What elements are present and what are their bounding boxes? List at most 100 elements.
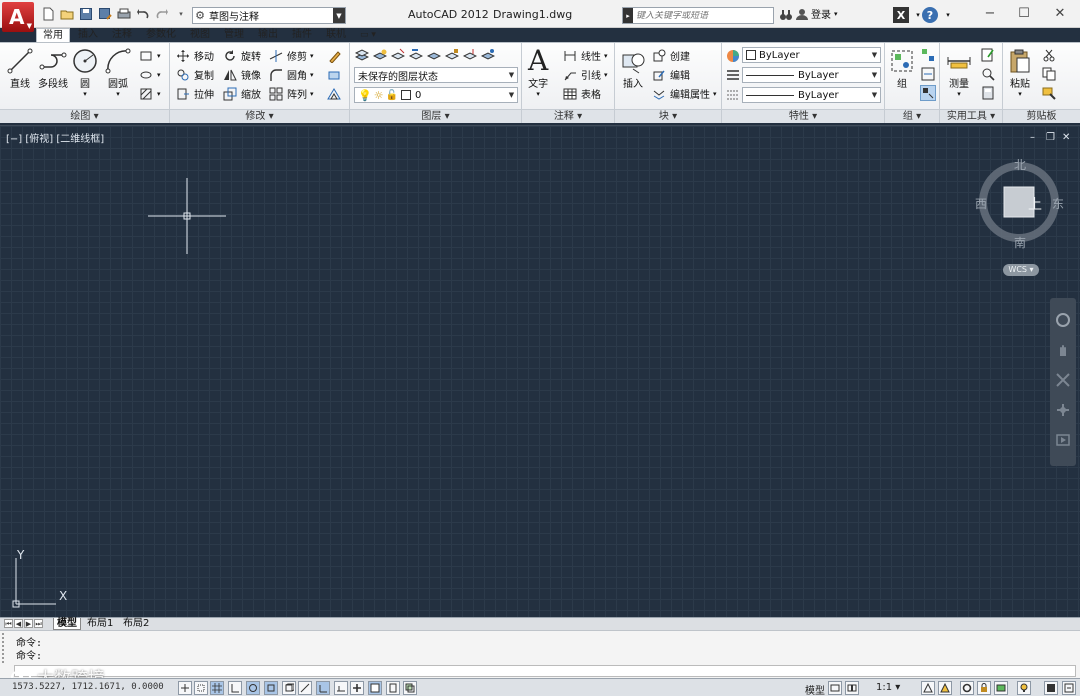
table-button[interactable]: 表格 <box>562 85 601 102</box>
dynamic-ucs-toggle[interactable] <box>316 681 330 695</box>
layout-tab-layout1[interactable]: 布局1 <box>84 618 116 630</box>
text-button[interactable]: A 文字 ▾ <box>528 47 548 99</box>
explode-button[interactable] <box>326 66 342 83</box>
line-tool-button[interactable]: 直线 <box>6 47 34 90</box>
model-space-label[interactable]: 模型 <box>805 682 825 696</box>
fillet-button[interactable]: 圆角 ▾ <box>268 66 314 83</box>
layer-walk-icon[interactable] <box>480 47 496 63</box>
select-similar-icon[interactable] <box>980 66 996 82</box>
draw-panel-title[interactable]: 绘图 ▾ <box>0 109 169 123</box>
group-edit-icon[interactable] <box>920 66 936 82</box>
lock-ui-icon[interactable] <box>977 681 991 695</box>
tab-parametric[interactable]: 参数化 <box>140 28 182 42</box>
array-button[interactable]: 阵列 ▾ <box>268 85 314 102</box>
linear-dimension-button[interactable]: 线性 ▾ <box>562 47 608 64</box>
stretch-button[interactable]: 拉伸 <box>175 85 214 102</box>
viewport-controls-label[interactable]: [−] [俯视] [二维线框] <box>6 130 104 145</box>
tab-plugins[interactable]: 插件 <box>286 28 318 42</box>
viewport-restore-button[interactable]: ❐ <box>1046 132 1055 143</box>
dynamic-input-toggle[interactable] <box>334 681 348 695</box>
offset-button[interactable] <box>326 85 342 102</box>
ortho-mode-toggle[interactable] <box>228 681 242 695</box>
rotate-button[interactable]: 旋转 <box>222 47 261 64</box>
linetype-icon[interactable] <box>725 67 741 83</box>
steering-wheel-icon[interactable] <box>1055 312 1071 328</box>
circle-tool-button[interactable]: 圆 ▾ <box>71 47 99 98</box>
polyline-tool-button[interactable]: 多段线 <box>38 47 68 90</box>
properties-panel-title[interactable]: 特性 ▾ <box>722 109 884 123</box>
arc-tool-button[interactable]: 圆弧 ▾ <box>104 47 132 98</box>
layer-isolate-icon[interactable] <box>390 47 406 63</box>
application-menu-button[interactable]: A ▼ <box>2 2 34 32</box>
print-icon[interactable] <box>116 6 132 22</box>
compass-east[interactable]: 东 <box>1052 195 1064 212</box>
binoculars-icon[interactable] <box>778 7 794 23</box>
quick-properties-toggle[interactable] <box>386 681 400 695</box>
hardware-acceleration-icon[interactable] <box>994 681 1008 695</box>
minimize-button[interactable]: − <box>980 5 1000 21</box>
close-button[interactable]: ✕ <box>1050 5 1070 21</box>
application-status-bar-menu-icon[interactable] <box>1062 681 1076 695</box>
layout-tab-layout2[interactable]: 布局2 <box>120 618 152 630</box>
expand-arrow-icon[interactable]: ▸ <box>623 8 633 23</box>
annotation-panel-title[interactable]: 注释 ▾ <box>522 109 614 123</box>
transparency-toggle[interactable] <box>368 681 382 695</box>
grid-display-toggle[interactable] <box>210 681 224 695</box>
lineweight-select[interactable]: ByLayer ▼ <box>742 87 881 103</box>
ribbon-minimize-toggle[interactable]: ▭ ▾ <box>354 28 382 42</box>
help-icon[interactable]: ? <box>922 7 938 23</box>
tab-view[interactable]: 视图 <box>184 28 216 42</box>
viewport-minimize-button[interactable]: – <box>1030 132 1035 143</box>
command-input[interactable] <box>14 665 1076 677</box>
polar-tracking-toggle[interactable] <box>246 681 260 695</box>
move-button[interactable]: 移动 <box>175 47 214 64</box>
leader-button[interactable]: 引线 ▾ <box>562 66 608 83</box>
clipboard-panel-title[interactable]: 剪贴板 <box>1003 109 1080 123</box>
hatch-tool-button[interactable]: ▾ <box>138 66 161 83</box>
undo-icon[interactable] <box>135 6 151 22</box>
tab-online[interactable]: 联机 <box>320 28 352 42</box>
object-snap-tracking-toggle[interactable] <box>298 681 312 695</box>
erase-button[interactable] <box>326 47 342 64</box>
color-wheel-icon[interactable] <box>725 48 741 64</box>
mirror-button[interactable]: 镜像 <box>222 66 261 83</box>
utilities-panel-title[interactable]: 实用工具 ▾ <box>940 109 1002 123</box>
quick-view-layouts-icon[interactable] <box>828 681 842 695</box>
auto-scale-icon[interactable] <box>938 681 952 695</box>
open-folder-icon[interactable] <box>59 6 75 22</box>
annotation-visibility-icon[interactable] <box>921 681 935 695</box>
edit-block-button[interactable]: 编辑 <box>651 66 690 83</box>
wcs-menu[interactable]: WCS ▾ <box>1003 264 1039 276</box>
rectangle-tool-button[interactable]: ▾ <box>138 47 161 64</box>
pan-hand-icon[interactable] <box>1055 342 1071 358</box>
lineweight-toggle[interactable] <box>350 681 364 695</box>
layer-off-icon[interactable] <box>426 47 442 63</box>
save-icon[interactable] <box>78 6 94 22</box>
viewcube-top-face[interactable]: 上 <box>1028 194 1042 214</box>
lineweight-icon[interactable] <box>725 87 741 103</box>
viewport-close-button[interactable]: ✕ <box>1062 132 1070 143</box>
layout-tab-model[interactable]: 模型 <box>53 618 81 630</box>
modify-panel-title[interactable]: 修改 ▾ <box>170 109 349 123</box>
workspace-switching-icon[interactable] <box>960 681 974 695</box>
maximize-button[interactable]: ☐ <box>1014 5 1034 21</box>
command-window-grip[interactable] <box>2 633 10 663</box>
groups-panel-title[interactable]: 组 ▾ <box>885 109 939 123</box>
color-select[interactable]: ByLayer ▼ <box>742 47 881 63</box>
layer-properties-icon[interactable] <box>354 47 370 63</box>
layer-select[interactable]: 💡 ☼ 🔓 0 ▼ <box>354 87 518 103</box>
qat-dropdown-icon[interactable]: ▾ <box>173 6 189 22</box>
orbit-icon[interactable] <box>1055 402 1071 418</box>
tab-manage[interactable]: 管理 <box>218 28 250 42</box>
tab-annotate[interactable]: 注释 <box>106 28 138 42</box>
paste-button[interactable]: 粘贴 ▾ <box>1006 47 1034 98</box>
calculator-icon[interactable] <box>980 85 996 101</box>
tab-home[interactable]: 常用 <box>36 28 70 42</box>
layer-lock-icon[interactable] <box>444 47 460 63</box>
layers-panel-title[interactable]: 图层 ▾ <box>350 109 521 123</box>
trim-button[interactable]: 修剪 ▾ <box>268 47 314 64</box>
workspace-select[interactable]: ⚙ 草图与注释 ▼ <box>192 7 346 24</box>
block-panel-title[interactable]: 块 ▾ <box>615 109 721 123</box>
measure-button[interactable]: 测量 ▾ <box>945 47 973 98</box>
previous-tab-icon[interactable]: ◀ <box>14 619 23 628</box>
